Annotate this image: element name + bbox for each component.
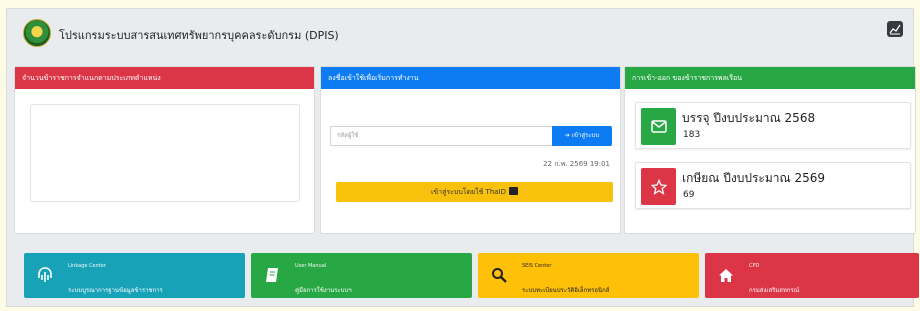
movement-card: การเข้า-ออก ของข้าราชการพลเรือน บรรจุ ปี… [624, 66, 916, 234]
star-icon [641, 168, 676, 205]
retirement-count: 69 [683, 190, 695, 200]
login-timestamp: 22 ก.พ. 2569 19:01 [543, 160, 610, 168]
chart-icon[interactable] [887, 21, 903, 37]
appointment-count: 183 [683, 130, 701, 140]
user-manual-title: คู่มือการใช้งานระบบฯ [295, 287, 352, 294]
seis-center-label: SEIS Center [522, 263, 552, 269]
officer-count-chart-area [30, 104, 300, 202]
dashboard-frame: โปรแกรมระบบสารสนเทศทรัพยากรบุคคลระดับกรม… [6, 8, 919, 307]
officer-count-card: จำนวนข้าราชการจำแนกตามประเภทตำแหน่ง [14, 66, 315, 234]
appointment-title: บรรจุ ปีงบประมาณ 2568 [682, 111, 816, 125]
cpd-tile[interactable]: CPD กรมส่งเสริมสหกรณ์ [705, 253, 919, 298]
header-bar: โปรแกรมระบบสารสนเทศทรัพยากรบุคคลระดับกรม… [7, 9, 913, 57]
username-input[interactable]: รหัสผู้ใช้ [330, 126, 552, 146]
cpd-title: กรมส่งเสริมสหกรณ์ [749, 287, 800, 294]
linkage-center-label: Linkage Center [68, 263, 106, 269]
seis-center-tile[interactable]: SEIS Center ระบบทะเบียนประวัติอิเล็กทรอน… [478, 253, 699, 298]
user-manual-tile[interactable]: User Manual คู่มือการใช้งานระบบฯ [251, 253, 472, 298]
search-icon [490, 266, 508, 284]
thaid-icon [509, 187, 519, 195]
envelope-icon [641, 108, 676, 145]
home-icon [717, 266, 735, 284]
retirement-info-box[interactable]: เกษียณ ปีงบประมาณ 2569 69 [635, 162, 911, 209]
retirement-title: เกษียณ ปีงบประมาณ 2569 [682, 171, 825, 185]
login-button[interactable]: ➔ เข้าสู่ระบบ [552, 126, 612, 146]
fingerprint-icon [36, 266, 54, 284]
user-manual-label: User Manual [295, 263, 327, 269]
thaid-login-button[interactable]: เข้าสู่ระบบโดยใช้ ThaID [336, 182, 613, 202]
login-card-title: ลงชื่อเข้าใช้เพื่อเริ่มการทำงาน [321, 67, 620, 89]
linkage-center-tile[interactable]: Linkage Center ระบบบูรณาการฐานข้อมูลข้าร… [24, 253, 245, 298]
movement-card-title: การเข้า-ออก ของข้าราชการพลเรือน [625, 67, 915, 89]
login-card: ลงชื่อเข้าใช้เพื่อเริ่มการทำงาน รหัสผู้ใ… [320, 66, 621, 234]
login-button-label: เข้าสู่ระบบ [571, 132, 600, 139]
officer-count-card-title: จำนวนข้าราชการจำแนกตามประเภทตำแหน่ง [15, 67, 314, 89]
appointment-info-box[interactable]: บรรจุ ปีงบประมาณ 2568 183 [635, 102, 911, 149]
arrow-right-icon: ➔ [564, 132, 570, 139]
seis-center-title: ระบบทะเบียนประวัติอิเล็กทรอนิกส์ [522, 287, 610, 294]
cpd-label: CPD [749, 263, 760, 269]
book-icon [263, 266, 281, 284]
thaid-button-label: เข้าสู่ระบบโดยใช้ ThaID [430, 188, 507, 196]
linkage-center-title: ระบบบูรณาการฐานข้อมูลข้าราชการ [68, 287, 163, 294]
department-logo [23, 19, 51, 47]
app-title: โปรแกรมระบบสารสนเทศทรัพยากรบุคคลระดับกรม… [59, 29, 339, 42]
